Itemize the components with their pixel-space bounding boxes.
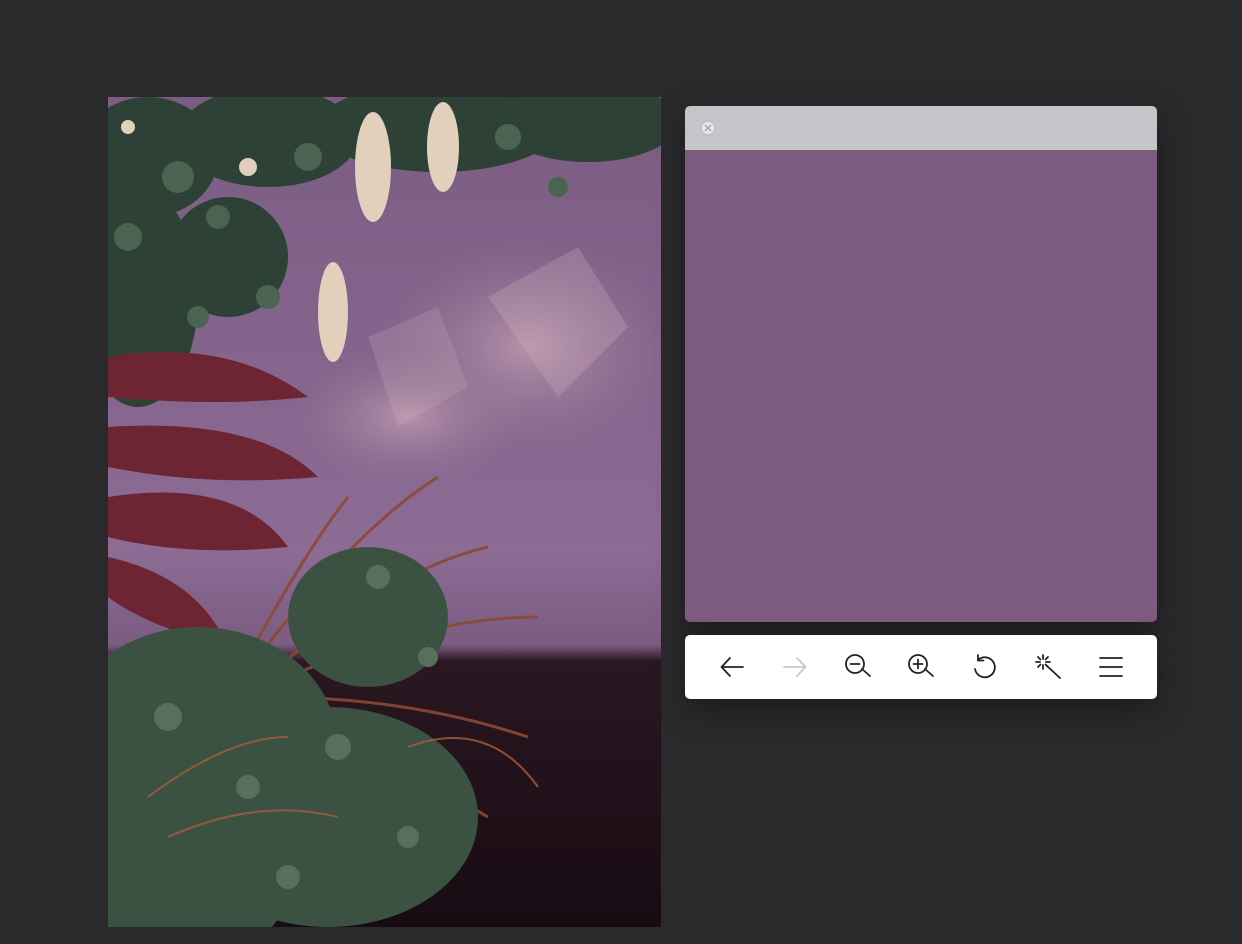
floral-photo [108, 97, 661, 927]
back-arrow-icon[interactable] [714, 649, 750, 685]
magic-wand-icon[interactable] [1030, 649, 1066, 685]
close-icon[interactable] [700, 120, 716, 136]
rotate-icon[interactable] [966, 649, 1002, 685]
forward-arrow-icon[interactable] [777, 649, 813, 685]
zoom-in-icon[interactable] [903, 649, 939, 685]
color-swatch-window [685, 106, 1157, 622]
color-swatch [685, 150, 1157, 622]
zoom-out-icon[interactable] [840, 649, 876, 685]
viewer-toolbar [685, 635, 1157, 699]
window-titlebar [685, 106, 1157, 150]
floral-photo-image [108, 97, 661, 927]
menu-icon[interactable] [1093, 649, 1129, 685]
